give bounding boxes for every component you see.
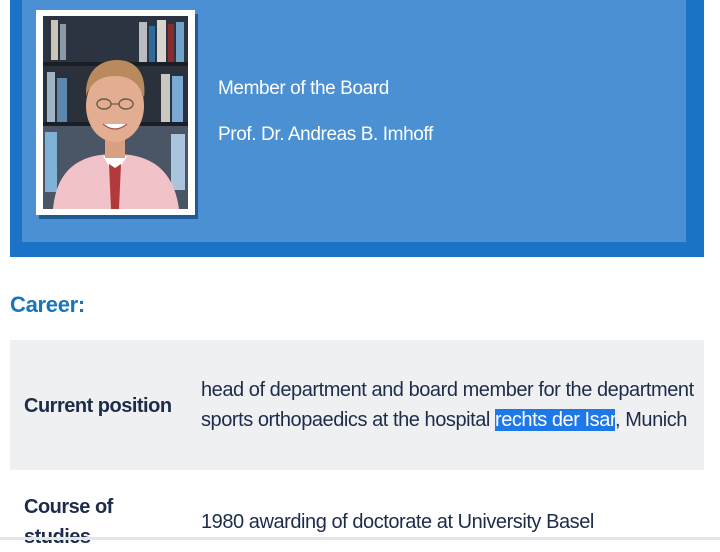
- profile-photo: [43, 16, 188, 209]
- course-of-studies-label: Course of studies: [24, 496, 113, 548]
- profile-photo-frame: [36, 10, 195, 215]
- current-position-line-1: head of department and board member for …: [201, 379, 694, 401]
- profile-header-panel: Member of the Board Prof. Dr. Andreas B.…: [22, 0, 686, 242]
- current-position-line-2-text: sports orthopaedics at the hospital: [201, 409, 495, 431]
- career-row-current-position: Current position head of department and …: [10, 340, 704, 470]
- current-position-label: Current position: [24, 395, 172, 417]
- current-position-line-2-suffix: , Munich: [614, 409, 687, 431]
- board-role: Member of the Board: [218, 78, 389, 99]
- selected-text-hospital[interactable]: rechts der Isar: [495, 409, 615, 431]
- profile-header: Member of the Board Prof. Dr. Andreas B.…: [10, 0, 704, 257]
- course-of-studies-value: 1980 awarding of doctorate at University…: [201, 511, 594, 533]
- current-position-value: head of department and board member for …: [201, 375, 694, 435]
- person-name: Prof. Dr. Andreas B. Imhoff: [218, 124, 433, 145]
- career-row-course-of-studies: Course of studies 1980 awarding of docto…: [10, 478, 704, 548]
- current-position-line-2: sports orthopaedics at the hospital rech…: [201, 405, 694, 435]
- career-heading: Career:: [10, 292, 85, 317]
